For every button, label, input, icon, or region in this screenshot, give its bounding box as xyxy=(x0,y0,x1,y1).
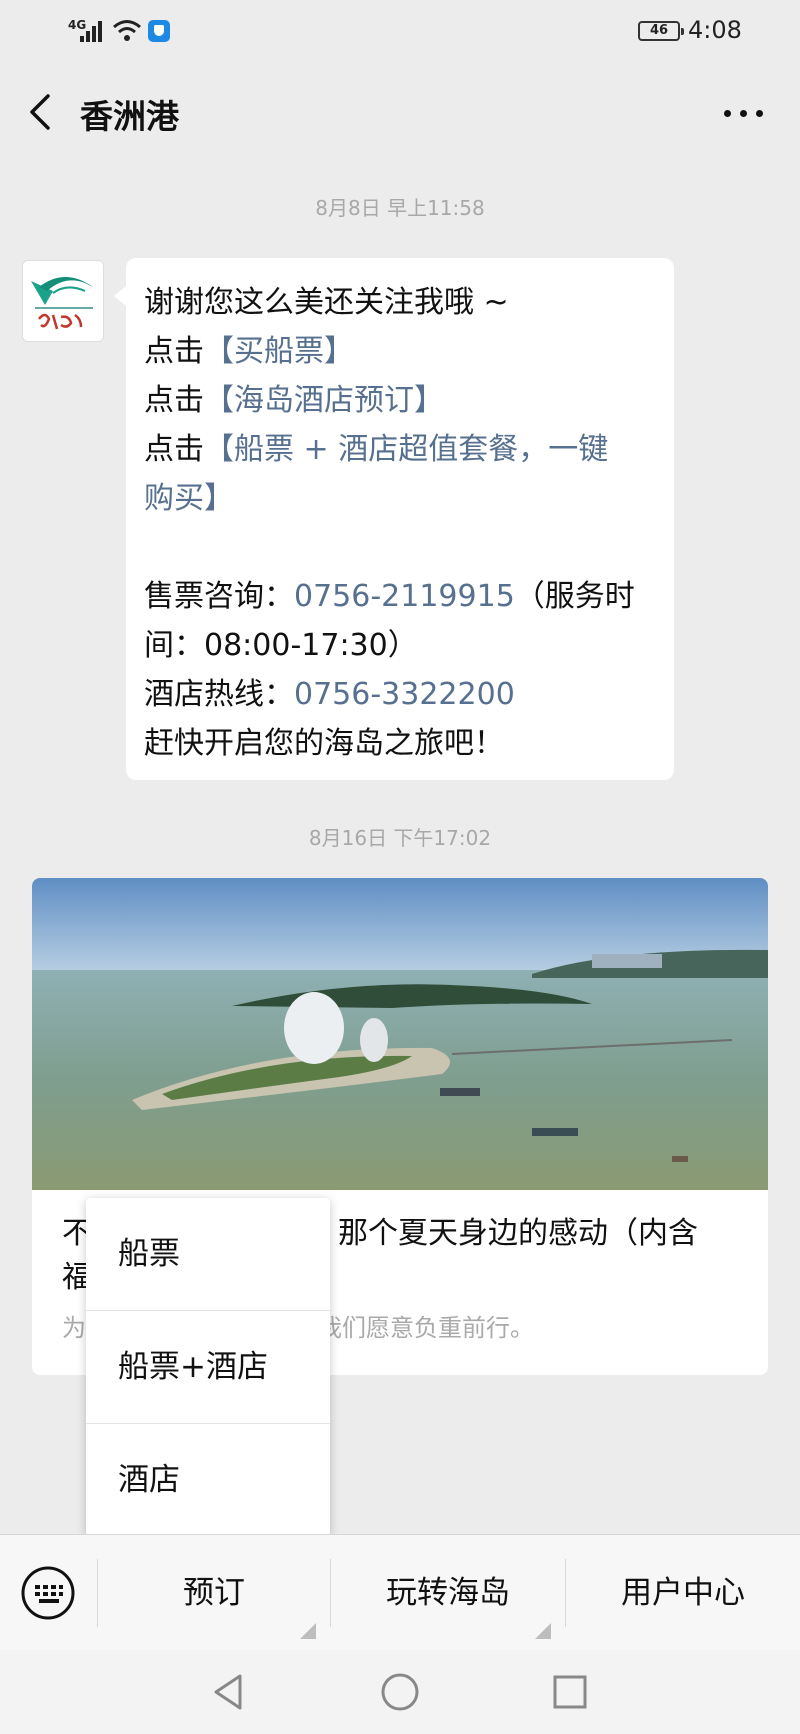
wifi-icon xyxy=(113,20,141,41)
message-line: 点击【船票 + 酒店超值套餐，一键 xyxy=(144,425,656,474)
message-line: 点击【买船票】 xyxy=(144,327,656,376)
battery-icon: 46 xyxy=(638,21,684,41)
chevron-left-icon[interactable] xyxy=(22,90,62,134)
message-line: 间：08:00-17:30） xyxy=(144,621,656,670)
message-line: 点击【海岛酒店预订】 xyxy=(144,376,656,425)
hotel-hotline-link[interactable]: 0756-3322200 xyxy=(294,677,515,712)
more-horizontal-icon[interactable] xyxy=(720,92,768,132)
message-line: 购买】 xyxy=(144,474,656,523)
article-title-end: 那个夏天身边的感动（内含 xyxy=(338,1216,698,1251)
message-timestamp: 8月16日 下午17:02 xyxy=(308,826,492,850)
message-text: 售票咨询： xyxy=(144,579,294,614)
menu-island-tour-label: 玩转海岛 xyxy=(386,1575,510,1611)
menu-booking-label: 预订 xyxy=(183,1575,245,1611)
hotel-booking-link[interactable]: 【海岛酒店预订】 xyxy=(204,383,444,418)
bottom-menu: 预订 玩转海岛 用户中心 xyxy=(0,1534,800,1650)
message-text: 赶快开启您的海岛之旅吧！ xyxy=(144,726,504,761)
menu-island-tour[interactable]: 玩转海岛 xyxy=(331,1535,565,1651)
back-triangle-icon[interactable] xyxy=(204,1668,252,1716)
system-nav-bar xyxy=(0,1650,800,1734)
article-cover-image[interactable] xyxy=(32,878,768,1190)
security-shield-icon xyxy=(148,20,170,42)
message-text: 点击 xyxy=(144,432,204,467)
status-bar: 4G 46 4:08 xyxy=(0,0,800,62)
submenu-indicator-icon xyxy=(535,1623,551,1639)
popup-item-hotel[interactable]: 酒店 xyxy=(86,1424,330,1536)
message-timestamp: 8月8日 早上11:58 xyxy=(315,196,485,220)
buy-ticket-link[interactable]: 【买船票】 xyxy=(204,334,354,369)
menu-user-center-label: 用户中心 xyxy=(621,1575,745,1611)
page-title: 香洲港 xyxy=(80,97,179,136)
message-line: 赶快开启您的海岛之旅吧！ xyxy=(144,719,656,768)
popup-item-ticket-hotel[interactable]: 船票+酒店 xyxy=(86,1311,330,1423)
home-circle-icon[interactable] xyxy=(376,1668,424,1716)
package-link[interactable]: 【船票 + 酒店超值套餐，一键 xyxy=(204,432,608,467)
battery-level: 46 xyxy=(649,23,669,38)
message-text: （服务时 xyxy=(514,579,635,614)
ticket-hotline-link[interactable]: 0756-2119915 xyxy=(294,579,515,614)
message-line: 酒店热线：0756-3322200 xyxy=(144,670,656,719)
message-bubble: 谢谢您这么美还关注我哦 ~ 点击【买船票】 点击【海岛酒店预订】 点击【船票 +… xyxy=(114,258,674,780)
message-text: 酒店热线： xyxy=(144,677,294,712)
message-line: 谢谢您这么美还关注我哦 ~ xyxy=(144,278,656,327)
message-text: 谢谢您这么美还关注我哦 ~ xyxy=(144,285,509,320)
message-line: 售票咨询：0756-2119915（服务时 xyxy=(144,572,656,621)
recents-square-icon[interactable] xyxy=(546,1668,594,1716)
menu-user-center[interactable]: 用户中心 xyxy=(566,1535,800,1651)
package-link-cont[interactable]: 购买】 xyxy=(144,481,234,516)
popup-item-ferry-ticket[interactable]: 船票 xyxy=(86,1198,330,1310)
signal-icon xyxy=(80,20,106,42)
message-text: 点击 xyxy=(144,334,204,369)
submenu-indicator-icon xyxy=(300,1623,316,1639)
clock: 4:08 xyxy=(688,16,742,44)
booking-popup-menu: 船票 船票+酒店 酒店 xyxy=(86,1198,330,1536)
article-desc-end: 我们愿意负重前行。 xyxy=(318,1314,534,1342)
message-text: 间：08:00-17:30） xyxy=(144,628,418,663)
menu-booking[interactable]: 预订 xyxy=(98,1535,330,1651)
xiangzhou-port-logo xyxy=(23,261,103,341)
article-desc-start: 为 xyxy=(62,1314,86,1342)
keyboard-icon[interactable] xyxy=(20,1565,76,1621)
avatar[interactable] xyxy=(22,260,104,342)
message-text: 点击 xyxy=(144,383,204,418)
title-bar: 香洲港 xyxy=(0,62,800,162)
